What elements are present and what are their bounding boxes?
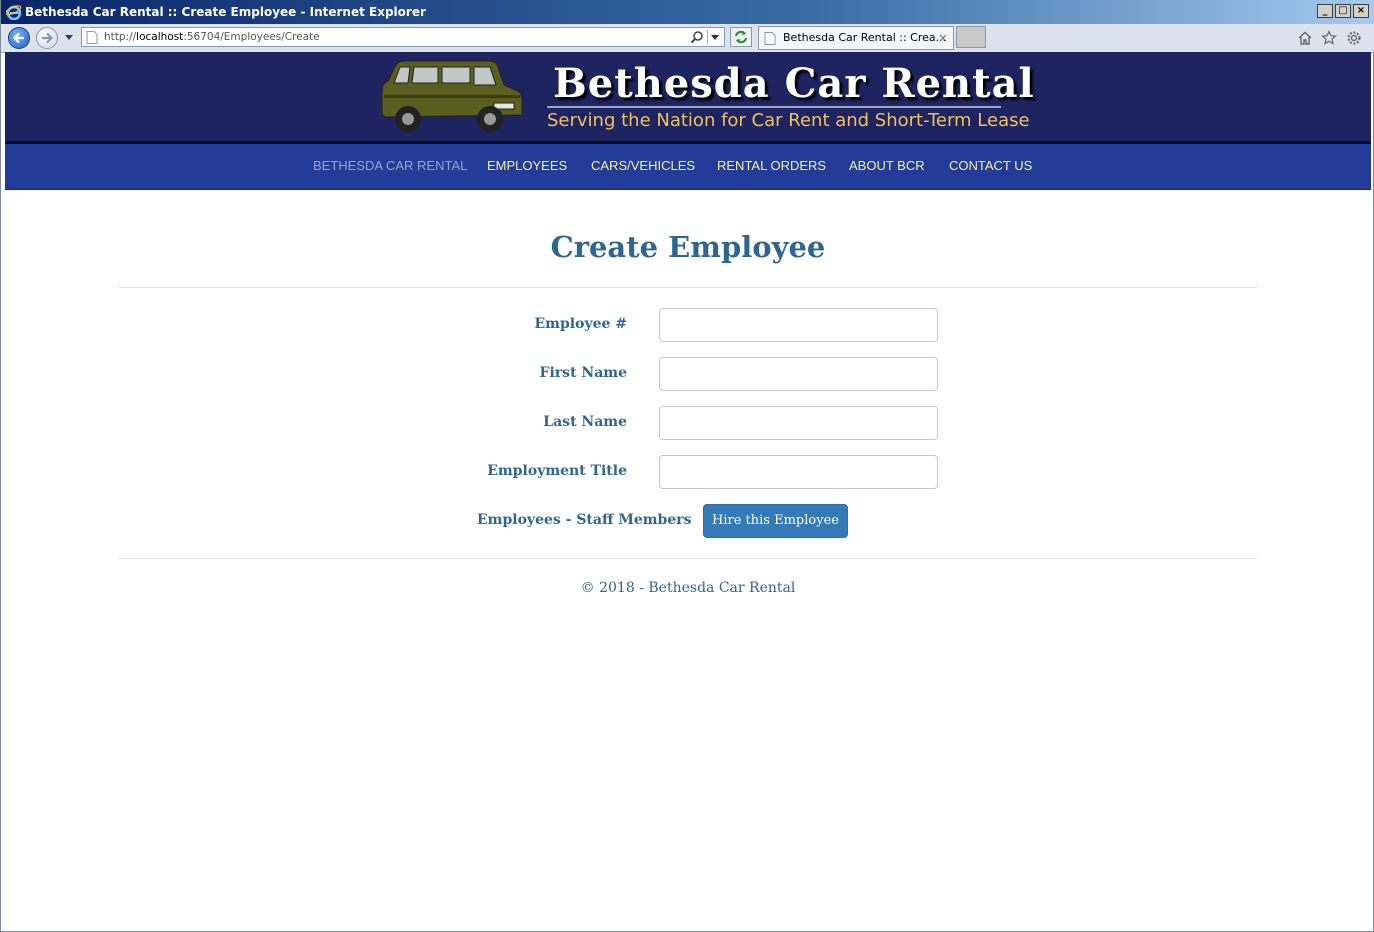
nav-employees-link[interactable]: EMPLOYEES <box>487 158 567 173</box>
window-controls: _ □ × <box>1317 4 1369 18</box>
address-dropdown-icon[interactable] <box>707 30 722 44</box>
close-window-button[interactable]: × <box>1353 4 1369 18</box>
tab-close-icon[interactable]: × <box>938 27 948 49</box>
employment-title-input[interactable] <box>659 455 938 489</box>
browser-window: Bethesda Car Rental :: Create Employee -… <box>0 0 1374 932</box>
url-path: :56704/Employees/Create <box>183 31 320 43</box>
page-icon <box>86 31 98 44</box>
history-dropdown-icon[interactable] <box>64 32 74 42</box>
url-host: localhost <box>136 31 184 43</box>
employment-title-label: Employment Title <box>487 463 627 479</box>
nav-cars-vehicles-link[interactable]: CARS/VEHICLES <box>591 158 695 173</box>
nav-about-link[interactable]: ABOUT BCR <box>849 158 925 173</box>
first-name-label: First Name <box>539 365 627 381</box>
refresh-button[interactable] <box>730 27 752 47</box>
forward-arrow-icon <box>42 32 54 44</box>
browser-toolbar: http://localhost:56704/Employees/Create … <box>1 24 1374 53</box>
favorites-star-icon[interactable] <box>1321 30 1337 46</box>
internet-explorer-icon <box>6 5 22 20</box>
brand-divider <box>547 106 1001 108</box>
address-bar[interactable]: http://localhost:56704/Employees/Create <box>81 27 725 47</box>
search-icon[interactable] <box>690 30 704 44</box>
footer-copyright: © 2018 - Bethesda Car Rental <box>580 580 796 596</box>
new-tab-button[interactable] <box>956 26 986 48</box>
title-divider <box>118 287 1258 288</box>
page-icon <box>764 32 776 45</box>
nav-rental-orders-link[interactable]: RENTAL ORDERS <box>717 158 826 173</box>
tab-current[interactable]: Bethesda Car Rental :: Crea... × <box>758 26 954 50</box>
url-scheme: http:// <box>104 31 137 43</box>
last-name-input[interactable] <box>659 406 938 440</box>
brand-name: Bethesda Car Rental <box>553 60 1035 107</box>
back-arrow-icon <box>12 32 24 44</box>
employees-staff-members-link[interactable]: Employees - Staff Members <box>477 512 692 528</box>
url-text[interactable]: http://localhost:56704/Employees/Create <box>104 28 320 46</box>
footer-divider <box>118 558 1258 559</box>
last-name-label: Last Name <box>543 414 627 430</box>
minimize-button[interactable]: _ <box>1317 4 1333 18</box>
maximize-button[interactable]: □ <box>1335 4 1351 18</box>
gear-icon[interactable] <box>1346 30 1362 46</box>
forward-button[interactable] <box>36 27 58 49</box>
title-bar: Bethesda Car Rental :: Create Employee -… <box>1 0 1374 24</box>
brand-tagline: Serving the Nation for Car Rent and Shor… <box>547 110 1030 131</box>
home-icon[interactable] <box>1297 30 1313 46</box>
first-name-input[interactable] <box>659 357 938 391</box>
refresh-icon <box>735 30 747 44</box>
back-button[interactable] <box>8 27 30 49</box>
main-nav: BETHESDA CAR RENTAL EMPLOYEES CARS/VEHIC… <box>5 144 1371 190</box>
employee-number-label: Employee # <box>534 316 627 332</box>
suv-logo-image <box>381 60 523 132</box>
site-header: Bethesda Car Rental Serving the Nation f… <box>5 52 1371 144</box>
tab-label: Bethesda Car Rental :: Crea... <box>783 31 947 44</box>
page-title: Create Employee <box>550 230 826 264</box>
nav-brand-link[interactable]: BETHESDA CAR RENTAL <box>313 158 467 173</box>
hire-employee-button[interactable]: Hire this Employee <box>703 504 848 538</box>
window-title: Bethesda Car Rental :: Create Employee -… <box>25 5 426 19</box>
nav-contact-link[interactable]: CONTACT US <box>949 158 1032 173</box>
employee-number-input[interactable] <box>659 308 938 342</box>
